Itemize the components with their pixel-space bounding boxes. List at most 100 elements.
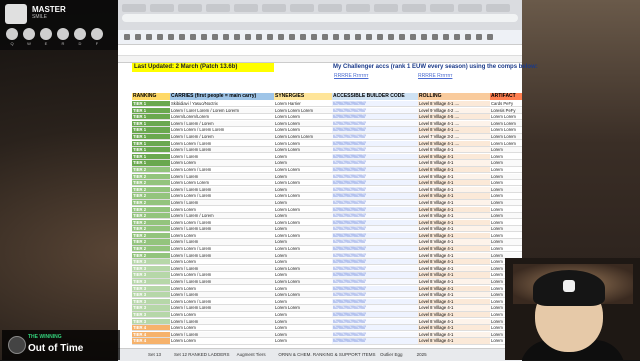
cell-code[interactable]: //////////////////////////// [332,166,418,174]
cell-code[interactable]: //////////////////////////// [332,265,418,273]
cell-tier[interactable]: TIER 2 [132,166,170,174]
cell-tier[interactable]: TIER 2 [132,252,170,259]
cell-art[interactable]: Lorem [490,166,522,174]
cell-carry[interactable]: Lorem Lorem / Lorem [170,166,274,174]
cell-code[interactable]: //////////////////////////// [332,272,418,279]
browser-tab[interactable] [486,4,510,12]
cell-tier[interactable]: TIER 4 [132,325,170,332]
cell-code[interactable]: //////////////////////////// [332,279,418,286]
cell-art[interactable]: Lorem [490,232,522,240]
cell-tier[interactable]: TIER 3 [132,292,170,299]
cell-tier[interactable]: TIER 1 [132,120,170,127]
cell-tier[interactable]: TIER 2 [132,246,170,253]
cell-art[interactable]: Lorem [490,173,522,180]
cell-code[interactable]: //////////////////////////// [332,219,418,226]
cell-code[interactable]: //////////////////////////// [332,160,418,167]
cell-roll[interactable]: Level 8 Village 4-1 [418,153,490,160]
cell-carry[interactable]: Lorem Lorem / Lorem [170,140,274,147]
table-row[interactable]: TIER 1 Lorem / Lorem Lorem Lorem Lorem////… [132,147,522,154]
table-row[interactable]: TIER 1 Lorem / Lorem / Lorem Lorem Lorem L… [132,133,522,141]
formula-bar[interactable] [118,45,522,56]
cell-carry[interactable]: Lorem Lorem [170,232,274,240]
cell-carry[interactable]: Lorem Lorem [170,312,274,319]
cell-art[interactable]: Lorem [490,239,522,246]
cell-roll[interactable]: Level 8 Village 4-5 .... [418,114,490,121]
table-row[interactable]: TIER 2 Lorem / Lorem Lorem Lorem//////////… [132,252,522,260]
cell-code[interactable]: //////////////////////////// [332,246,418,253]
cell-tier[interactable]: TIER 2 [132,180,170,187]
cell-carry[interactable]: Lorem / Lorer Lorem / Lorem Lorerm [170,107,274,114]
table-row[interactable]: TIER 1 Lorem / Lorem Lorem////////////////… [132,153,522,161]
table-row[interactable]: TIER 2 Lorem / Lorem Lorem Lorem//////////… [132,226,522,233]
cell-roll[interactable]: Level 8 Village 4-1 [418,318,490,325]
cell-carry[interactable]: Lorem / Lorem [170,318,274,325]
table-row[interactable]: TIER 3 Lorem / Lorem Lorem Lorem Lorem////… [132,305,522,312]
browser-tab[interactable] [318,4,342,12]
cell-carry[interactable]: Lorem / Lorem [170,265,274,273]
cell-roll[interactable]: Level 8 Village 4-1 [418,305,490,312]
sheet-tab[interactable]: Augment Tiers [237,351,266,359]
cell-tier[interactable]: TIER 3 [132,265,170,273]
sheet-tab[interactable]: Outlier Egg [380,351,403,359]
browser-tab[interactable] [234,4,258,12]
toolbar-button-icon[interactable] [443,34,449,40]
cell-tier[interactable]: TIER 2 [132,232,170,240]
toolbar-button-icon[interactable] [366,34,372,40]
table-row[interactable]: TIER 1 Lorem/Lorem/Lorem Lorem Lorem//////… [132,114,522,121]
cell-syn[interactable]: Lorem Lorem [274,127,332,134]
cell-carry[interactable]: Lorem / Lorem Lorem [170,252,274,259]
toolbar-button-icon[interactable] [333,34,339,40]
toolbar-button-icon[interactable] [212,34,218,40]
cell-carry[interactable]: Lorem / Lorem Lorem [170,305,274,312]
cell-carry[interactable]: Lorem/Lorem/Lorem [170,114,274,121]
cell-carry[interactable]: Lorem Lorem [170,259,274,266]
table-row[interactable]: TIER 2 Lorem Lorem / Lorem Lorem Lorem////… [132,246,522,253]
browser-tab[interactable] [178,4,202,12]
cell-code[interactable]: //////////////////////////// [332,153,418,160]
toolbar-button-icon[interactable] [454,34,460,40]
browser-tab[interactable] [206,4,230,12]
cell-code[interactable]: //////////////////////////// [332,140,418,147]
cell-tier[interactable]: TIER 1 [132,147,170,154]
cell-roll[interactable]: Level 9 Village 4-2 .... [418,107,490,114]
cell-tier[interactable]: TIER 1 [132,160,170,167]
cell-art[interactable]: Lorem [490,246,522,253]
cell-tier[interactable]: TIER 1 [132,140,170,147]
table-row[interactable]: TIER 1 Lorem Lorem Lorem//////////////////… [132,160,522,167]
cell-roll[interactable]: Level 8 Village 4-1 [418,331,490,338]
cell-code[interactable]: //////////////////////////// [332,120,418,127]
browser-tab[interactable] [402,4,426,12]
cell-art[interactable]: Lorem Lorem [490,140,522,147]
toolbar-button-icon[interactable] [421,34,427,40]
cell-art[interactable]: Lorem [490,180,522,187]
cell-roll[interactable]: Level 8 Village 4-1 [418,285,490,292]
toolbar-button-icon[interactable] [311,34,317,40]
browser-tab[interactable] [262,4,286,12]
cell-code[interactable]: //////////////////////////// [332,259,418,266]
table-row[interactable]: TIER 2 Lorem / Lorem Lorem////////////////… [132,239,522,246]
table-row[interactable]: TIER 1 Lorem Lorem / Lorem Lorem Lorem ////… [132,140,522,148]
table-row[interactable]: TIER 1 Lorem / Lorem / Lorem Lorem Lorem//… [132,120,522,128]
cell-carry[interactable]: Lorem Lorem [170,285,274,292]
cell-carry[interactable]: Lorem / Lorem Lorem [170,147,274,154]
browser-tab[interactable] [374,4,398,12]
cell-carry[interactable]: Lorem / Lorem Lorem [170,279,274,286]
cell-syn[interactable]: Lorem Lorem [274,292,332,299]
browser-tab[interactable] [290,4,314,12]
cell-roll[interactable]: Level 8 Village 4-1 [418,147,490,154]
cell-carry[interactable]: Lorem / Lorem / Lorem [170,133,274,141]
cell-tier[interactable]: TIER 3 [132,298,170,305]
toolbar-button-icon[interactable] [256,34,262,40]
cell-art[interactable]: Lorem [490,160,522,167]
toolbar-button-icon[interactable] [322,34,328,40]
cell-syn[interactable]: Lorem [274,272,332,279]
cell-carry[interactable]: Lorem Lorem [170,206,274,213]
cell-syn[interactable]: Lorem Lorem [274,166,332,174]
cell-carry[interactable]: Lorem / Lorem [170,153,274,160]
cell-tier[interactable]: TIER 1 [132,133,170,141]
url-bar[interactable] [122,14,518,22]
cell-tier[interactable]: TIER 1 [132,107,170,114]
toolbar-button-icon[interactable] [432,34,438,40]
table-row[interactable]: TIER 2 Lorem Lorem / Lorem Lorem Lorem////… [132,166,522,174]
toolbar-button-icon[interactable] [388,34,394,40]
